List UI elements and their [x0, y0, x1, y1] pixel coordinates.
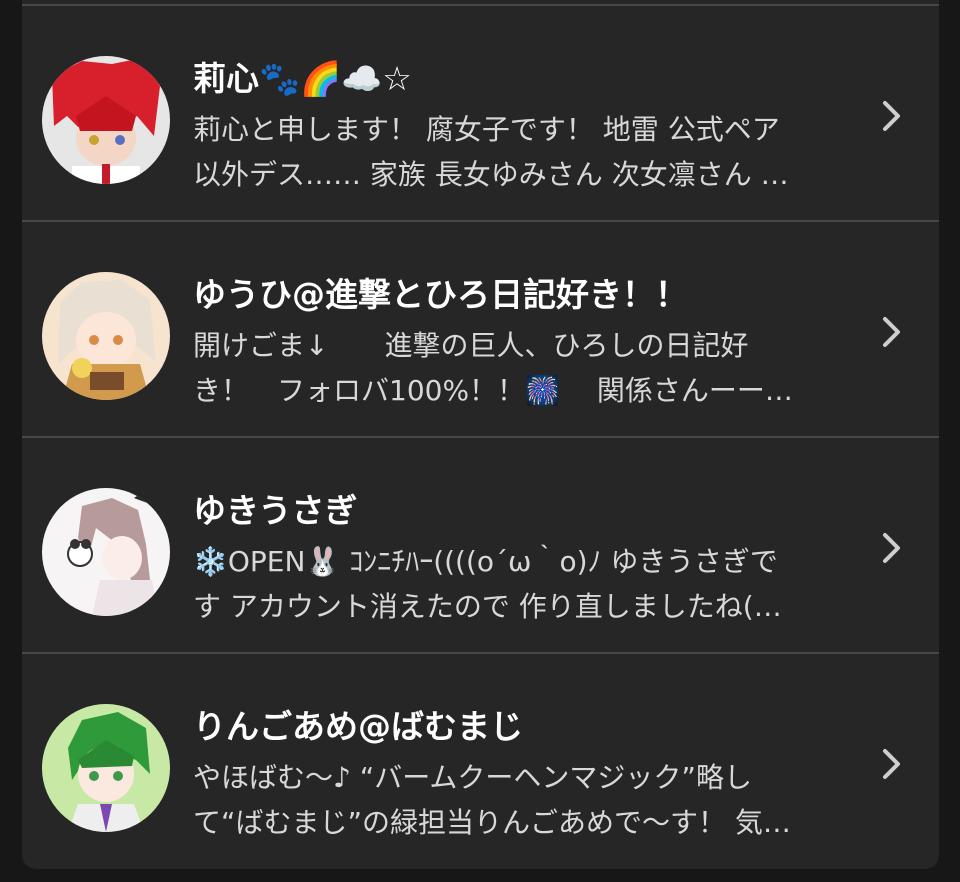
user-row-2[interactable]: ゆうひ@進撃とひろ日記好き！！ 開けごま↓ 進撃の巨人、ひろしの日記好 き！ フ…	[22, 222, 939, 436]
bio-line-2: て“ばむまじ”の緑担当りんごあめで〜す！ 気…	[193, 806, 791, 839]
user-bio: 開けごま↓ 進撃の巨人、ひろしの日記好 き！ フォロバ100%！！🎆 関係さんー…	[193, 323, 833, 413]
user-bio: やほばむ〜♪ “バームクーヘンマジック”略し て“ばむまじ”の緑担当りんごあめで…	[193, 755, 833, 845]
chevron-right-icon	[883, 533, 900, 563]
bio-line-1: 開けごま↓ 進撃の巨人、ひろしの日記好	[193, 329, 749, 362]
user-name: ゆうひ@進撃とひろ日記好き！！	[193, 275, 688, 314]
bio-line-1: ❄️OPEN🐰 ｺﾝﾆﾁﾊｰ((((o´ω｀o)ﾉ ゆきうさぎで	[193, 545, 778, 578]
chevron-right-icon	[883, 101, 900, 131]
user-name: ゆきうさぎ	[193, 491, 358, 530]
chevron-right-icon	[883, 749, 900, 779]
user-name: りんごあめ@ばむまじ	[193, 707, 523, 746]
bio-line-2: す アカウント消えたので 作り直しましたね(…	[193, 590, 782, 623]
chevron-right-icon	[883, 317, 900, 347]
avatar	[42, 56, 170, 184]
user-bio: 莉心と申します！ 腐女子です！ 地雷 公式ペア 以外デス…… 家族 長女ゆみさん…	[193, 107, 833, 197]
user-row-4[interactable]: りんごあめ@ばむまじ やほばむ〜♪ “バームクーヘンマジック”略し て“ばむまじ…	[22, 654, 939, 868]
bio-line-1: 莉心と申します！ 腐女子です！ 地雷 公式ペア	[193, 113, 780, 146]
user-row-3[interactable]: ゆきうさぎ ❄️OPEN🐰 ｺﾝﾆﾁﾊｰ((((o´ω｀o)ﾉ ゆきうさぎで す…	[22, 438, 939, 652]
user-list-card: 莉心🐾🌈☁️☆ 莉心と申します！ 腐女子です！ 地雷 公式ペア 以外デス…… 家…	[22, 0, 939, 869]
avatar	[42, 272, 170, 400]
avatar	[42, 704, 170, 832]
bio-line-1: やほばむ〜♪ “バームクーヘンマジック”略し	[193, 761, 752, 794]
user-row-1[interactable]: 莉心🐾🌈☁️☆ 莉心と申します！ 腐女子です！ 地雷 公式ペア 以外デス…… 家…	[22, 6, 939, 220]
bio-line-2: き！ フォロバ100%！！🎆 関係さんーー…	[193, 374, 793, 407]
bio-line-2: 以外デス…… 家族 長女ゆみさん 次女凛さん …	[193, 158, 789, 191]
user-name: 莉心🐾🌈☁️☆	[193, 59, 412, 98]
user-bio: ❄️OPEN🐰 ｺﾝﾆﾁﾊｰ((((o´ω｀o)ﾉ ゆきうさぎで す アカウント…	[193, 539, 833, 629]
avatar	[42, 488, 170, 616]
